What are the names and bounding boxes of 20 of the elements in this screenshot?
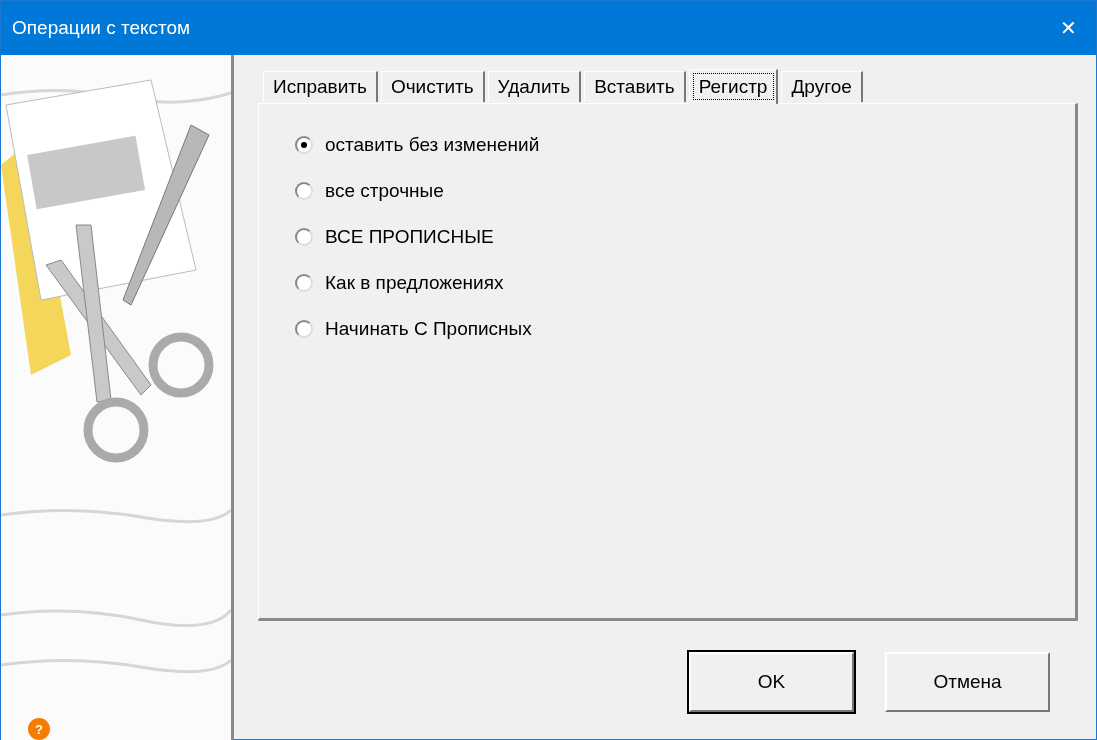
option-label: все строчные	[325, 180, 444, 202]
radio-button[interactable]	[295, 182, 313, 200]
close-button[interactable]: ✕	[1040, 1, 1096, 55]
option-label: оставить без изменений	[325, 134, 540, 156]
tab[interactable]: Исправить	[263, 71, 378, 102]
radio-button[interactable]	[295, 320, 313, 338]
dialog-button[interactable]: OK	[689, 652, 854, 712]
tab[interactable]: Очистить	[380, 71, 485, 102]
tab[interactable]: Другое	[781, 71, 863, 102]
tab[interactable]: Удалить	[487, 71, 582, 102]
radio-button[interactable]	[295, 274, 313, 292]
dialog-button[interactable]: Отмена	[885, 652, 1050, 712]
radio-button[interactable]	[295, 136, 313, 154]
tab[interactable]: Регистр	[688, 69, 779, 104]
option-label: Начинать С Прописных	[325, 318, 532, 340]
tab[interactable]: Вставить	[584, 71, 686, 102]
option-label: ВСЕ ПРОПИСНЫЕ	[325, 226, 494, 248]
option-label: Как в предложениях	[325, 272, 504, 294]
window-title: Операции с текстом	[12, 17, 191, 39]
radio-button[interactable]	[295, 228, 313, 246]
